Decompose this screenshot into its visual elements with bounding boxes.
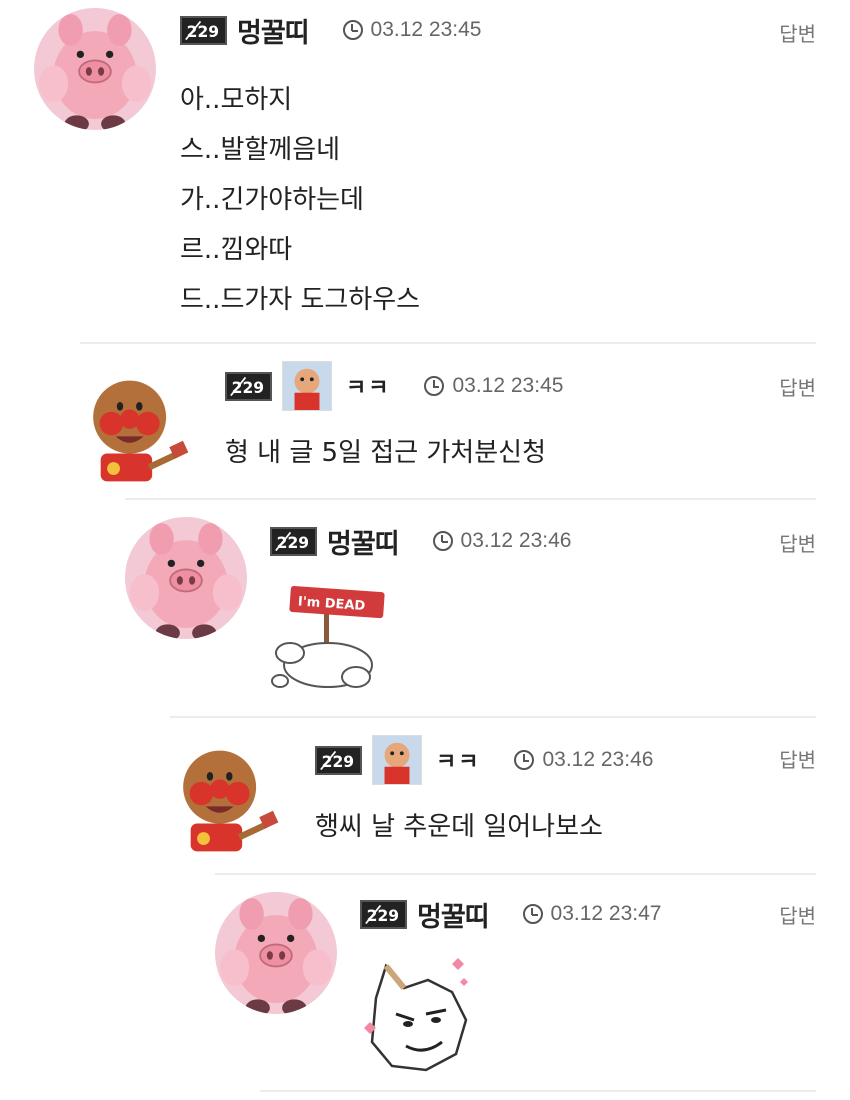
nickname[interactable]: ㅋㅋ bbox=[346, 370, 390, 402]
timestamp: 03.12 23:46 bbox=[460, 529, 572, 552]
clock-icon bbox=[342, 20, 363, 40]
timestamp: 03.12 23:45 bbox=[370, 18, 482, 41]
pig-avatar[interactable] bbox=[215, 892, 337, 1014]
reply-button[interactable]: 답변 bbox=[779, 372, 816, 401]
mini-avatar-icon bbox=[282, 361, 332, 411]
comment-line: 가..긴가야하는데 bbox=[180, 185, 364, 215]
divider bbox=[215, 873, 816, 875]
reply-button[interactable]: 답변 bbox=[779, 900, 816, 929]
level-badge-icon: 229 bbox=[180, 15, 227, 45]
comment-line: 아..모하지 bbox=[180, 85, 293, 115]
mini-avatar-icon bbox=[372, 735, 422, 785]
divider bbox=[170, 716, 816, 718]
timestamp: 03.12 23:46 bbox=[542, 748, 654, 771]
divider bbox=[80, 342, 816, 344]
pig-avatar[interactable] bbox=[34, 8, 156, 130]
clock-icon bbox=[522, 904, 543, 924]
nickname[interactable]: 멍꿀띠 bbox=[327, 522, 400, 561]
smirk-face-emoticon bbox=[356, 958, 476, 1076]
comment-header: 229 멍꿀띠 03.12 23:47 bbox=[360, 894, 661, 934]
comment-header: 229 멍꿀띠 03.12 23:45 bbox=[180, 10, 481, 50]
timestamp: 03.12 23:45 bbox=[452, 374, 564, 397]
comment-body: 형 내 글 5일 접근 가처분신청 bbox=[225, 438, 546, 468]
divider bbox=[125, 498, 816, 500]
comment-body: 아..모하지 스..발할께음네 가..긴가야하는데 르..낌와따 드..드가자 … bbox=[180, 75, 420, 325]
timestamp: 03.12 23:47 bbox=[550, 902, 662, 925]
nickname[interactable]: 멍꿀띠 bbox=[237, 11, 310, 50]
level-badge-icon: 229 bbox=[225, 371, 272, 401]
reply-button[interactable]: 답변 bbox=[779, 18, 816, 47]
comment-header: 229 멍꿀띠 03.12 23:46 bbox=[270, 521, 571, 561]
level-badge-icon: 229 bbox=[360, 899, 407, 929]
level-badge-icon: 229 bbox=[270, 526, 317, 556]
comment-header: 229 ㅋㅋ 03.12 23:46 bbox=[315, 734, 653, 786]
comment-line: 드..드가자 도그하우스 bbox=[180, 285, 421, 315]
divider bbox=[260, 1090, 816, 1092]
comment-body: 행씨 날 추운데 일어나보소 bbox=[315, 812, 603, 842]
im-dead-emoticon: I'm DEAD bbox=[266, 585, 386, 697]
reply-button[interactable]: 답변 bbox=[779, 744, 816, 773]
level-badge-icon: 229 bbox=[315, 745, 362, 775]
nickname[interactable]: ㅋㅋ bbox=[436, 744, 480, 776]
comment-line: 르..낌와따 bbox=[180, 235, 293, 265]
anpanman-avatar[interactable] bbox=[170, 742, 280, 860]
clock-icon bbox=[432, 531, 453, 551]
nickname[interactable]: 멍꿀띠 bbox=[417, 895, 490, 934]
clock-icon bbox=[514, 750, 535, 770]
reply-button[interactable]: 답변 bbox=[779, 528, 816, 557]
comment-header: 229 ㅋㅋ 03.12 23:45 bbox=[225, 360, 563, 412]
pig-avatar[interactable] bbox=[125, 517, 247, 639]
comment-line: 스..발할께음네 bbox=[180, 135, 341, 165]
anpanman-avatar[interactable] bbox=[80, 372, 190, 490]
clock-icon bbox=[424, 376, 445, 396]
